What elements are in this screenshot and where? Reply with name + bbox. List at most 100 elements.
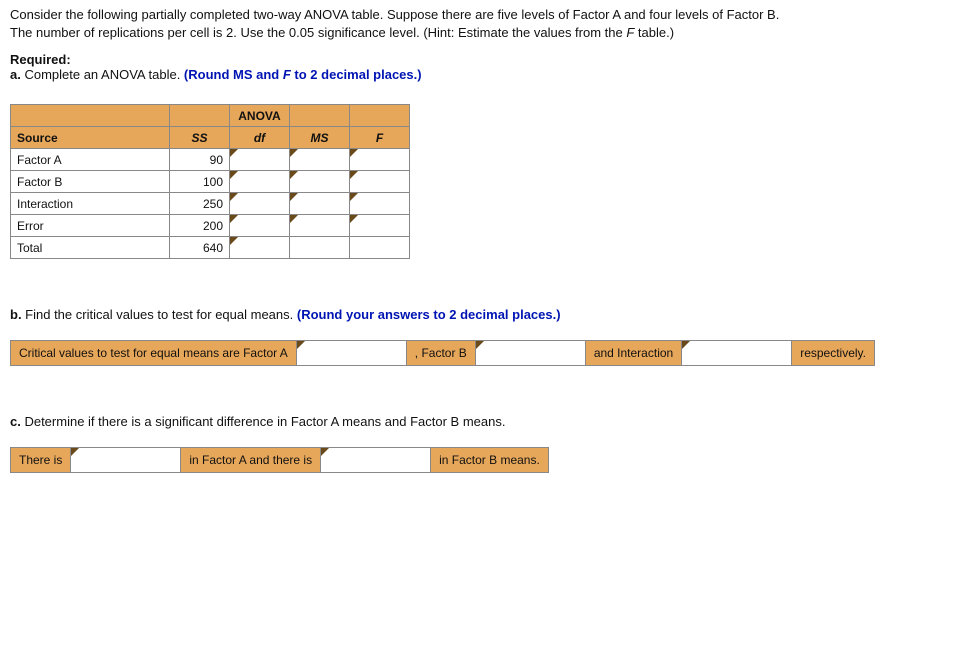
part-c-label: c.: [10, 414, 21, 429]
df-factor-a-cell[interactable]: [230, 149, 290, 171]
part-b-hint: (Round your answers to 2 decimal places.…: [297, 307, 561, 322]
anova-header-row: Source SS df MS F: [11, 127, 410, 149]
input-marker-icon: [230, 171, 238, 179]
input-marker-icon: [290, 193, 298, 201]
input-marker-icon: [297, 341, 305, 349]
part-a-label: a.: [10, 67, 21, 82]
df-interaction-input[interactable]: [230, 193, 289, 214]
df-factor-b-input[interactable]: [230, 171, 289, 192]
ms-factor-a-input[interactable]: [290, 149, 349, 170]
f-error-cell[interactable]: [350, 215, 410, 237]
part-a-hint-var: F: [283, 67, 291, 82]
sig-factor-a-cell[interactable]: [70, 447, 180, 473]
part-b-label: b.: [10, 307, 22, 322]
part-c-line: c. Determine if there is a significant d…: [10, 414, 965, 429]
part-b-line: b. Find the critical values to test for …: [10, 307, 965, 322]
f-interaction-input[interactable]: [350, 193, 409, 214]
intro-line2-post: table.): [634, 25, 674, 40]
col-ss: SS: [170, 127, 230, 149]
df-error-cell[interactable]: [230, 215, 290, 237]
src-total: Total: [11, 237, 170, 259]
ss-total: 640: [170, 237, 230, 259]
f-total-cell: [350, 237, 410, 259]
input-marker-icon: [71, 448, 79, 456]
input-marker-icon: [682, 341, 690, 349]
col-ms: MS: [290, 127, 350, 149]
anova-title-blank2: [170, 105, 230, 127]
anova-title-blank4: [350, 105, 410, 127]
part-c-block: c. Determine if there is a significant d…: [10, 414, 965, 473]
part-a-hint-pre: (Round MS and: [184, 67, 283, 82]
seg-b1: Critical values to test for equal means …: [10, 340, 296, 366]
seg-b3: and Interaction: [585, 340, 681, 366]
ss-factor-a: 90: [170, 149, 230, 171]
input-marker-icon: [230, 149, 238, 157]
src-error: Error: [11, 215, 170, 237]
intro-line1: Consider the following partially complet…: [10, 7, 779, 22]
part-a-hint-post: to 2 decimal places.): [291, 67, 422, 82]
df-total-cell[interactable]: [230, 237, 290, 259]
input-marker-icon: [476, 341, 484, 349]
part-b-block: b. Find the critical values to test for …: [10, 307, 965, 366]
input-marker-icon: [350, 193, 358, 201]
input-marker-icon: [350, 215, 358, 223]
crit-factor-a-input[interactable]: [297, 341, 406, 365]
input-marker-icon: [290, 171, 298, 179]
part-b-answer-row: Critical values to test for equal means …: [10, 340, 965, 366]
anova-title-row: ANOVA: [11, 105, 410, 127]
required-label: Required:: [10, 52, 965, 67]
ms-interaction-input[interactable]: [290, 193, 349, 214]
f-factor-a-cell[interactable]: [350, 149, 410, 171]
table-row: Interaction 250: [11, 193, 410, 215]
ms-factor-a-cell[interactable]: [290, 149, 350, 171]
f-interaction-cell[interactable]: [350, 193, 410, 215]
seg-c1: There is: [10, 447, 70, 473]
ms-error-input[interactable]: [290, 215, 349, 236]
anova-table: ANOVA Source SS df MS F Factor A 90: [10, 104, 410, 259]
input-marker-icon: [230, 237, 238, 245]
ms-error-cell[interactable]: [290, 215, 350, 237]
f-factor-a-input[interactable]: [350, 149, 409, 170]
crit-factor-a-cell[interactable]: [296, 340, 406, 366]
col-df: df: [230, 127, 290, 149]
crit-interaction-cell[interactable]: [681, 340, 791, 366]
df-total-input[interactable]: [230, 237, 289, 258]
anova-table-wrap: ANOVA Source SS df MS F Factor A 90: [10, 104, 965, 259]
f-factor-b-input[interactable]: [350, 171, 409, 192]
df-error-input[interactable]: [230, 215, 289, 236]
sig-factor-b-cell[interactable]: [320, 447, 430, 473]
crit-interaction-input[interactable]: [682, 341, 791, 365]
sig-factor-a-input[interactable]: [71, 448, 180, 472]
seg-c2: in Factor A and there is: [180, 447, 320, 473]
f-factor-b-cell[interactable]: [350, 171, 410, 193]
input-marker-icon: [230, 193, 238, 201]
col-source: Source: [11, 127, 170, 149]
sig-factor-b-input[interactable]: [321, 448, 430, 472]
seg-c3: in Factor B means.: [430, 447, 549, 473]
crit-factor-b-cell[interactable]: [475, 340, 585, 366]
df-factor-b-cell[interactable]: [230, 171, 290, 193]
part-b-text: Find the critical values to test for equ…: [22, 307, 297, 322]
table-row: Factor B 100: [11, 171, 410, 193]
ms-interaction-cell[interactable]: [290, 193, 350, 215]
seg-b4: respectively.: [791, 340, 875, 366]
crit-factor-b-input[interactable]: [476, 341, 585, 365]
input-marker-icon: [290, 215, 298, 223]
anova-title: ANOVA: [230, 105, 290, 127]
input-marker-icon: [350, 149, 358, 157]
input-marker-icon: [350, 171, 358, 179]
ms-factor-b-input[interactable]: [290, 171, 349, 192]
part-a-line: a. Complete an ANOVA table. (Round MS an…: [10, 67, 965, 82]
df-interaction-cell[interactable]: [230, 193, 290, 215]
table-row: Total 640: [11, 237, 410, 259]
table-row: Factor A 90: [11, 149, 410, 171]
df-factor-a-input[interactable]: [230, 149, 289, 170]
table-row: Error 200: [11, 215, 410, 237]
part-c-answer-row: There is in Factor A and there is in Fac…: [10, 447, 965, 473]
f-error-input[interactable]: [350, 215, 409, 236]
part-c-text: Determine if there is a significant diff…: [21, 414, 506, 429]
src-interaction: Interaction: [11, 193, 170, 215]
ss-factor-b: 100: [170, 171, 230, 193]
ms-factor-b-cell[interactable]: [290, 171, 350, 193]
src-factor-b: Factor B: [11, 171, 170, 193]
